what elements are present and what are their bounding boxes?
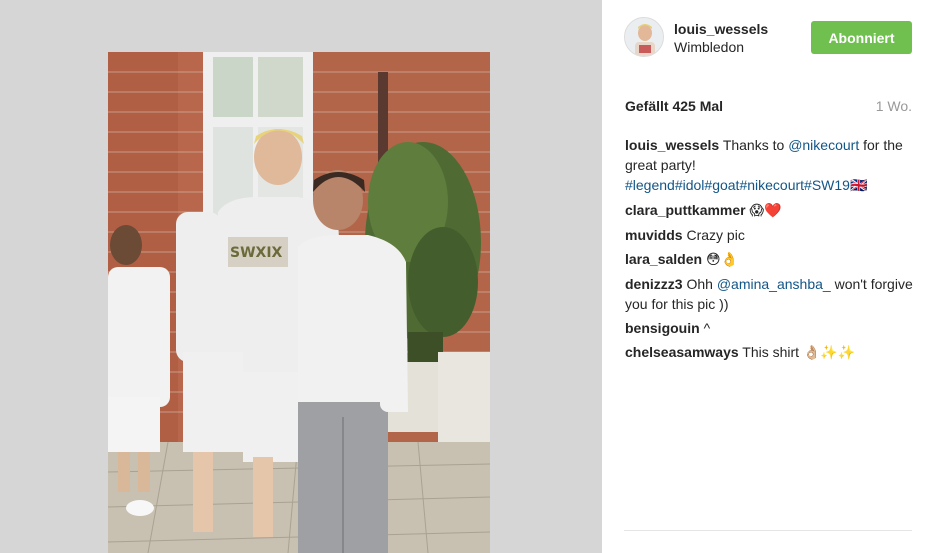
caption-text-1: Thanks to [722, 137, 789, 153]
comment-user[interactable]: lara_salden [625, 251, 702, 267]
comment-user[interactable]: chelseasamways [625, 344, 739, 360]
comment-item: chelseasamways This shirt 👌🏼✨✨ [625, 342, 915, 363]
comments-list: louis_wessels Thanks to @nikecourt for t… [625, 135, 915, 367]
comment-user[interactable]: clara_puttkammer [625, 202, 746, 218]
comment-mention[interactable]: @amina_anshba_ [717, 276, 831, 292]
comment-emoji: 👌🏼✨✨ [802, 345, 856, 361]
caption-hashtags[interactable]: #legend#idol#goat#nikecourt#SW19 [625, 177, 850, 193]
comment-item: clara_puttkammer 😱❤️ [625, 200, 915, 221]
avatar-icon [625, 18, 663, 56]
comment-emoji: 😳👌 [705, 252, 738, 268]
comment-user[interactable]: denizzz3 [625, 276, 683, 292]
svg-text:SWXIX: SWXIX [230, 245, 283, 261]
media-pane: SWXIX [0, 0, 602, 553]
follow-button[interactable]: Abonniert [811, 21, 912, 54]
comment-item: lara_salden 😳👌 [625, 249, 915, 270]
comment-user[interactable]: bensigouin [625, 320, 700, 336]
user-avatar[interactable] [624, 17, 664, 57]
comments-divider [624, 530, 912, 531]
post-header: louis_wessels Wimbledon Abonniert [602, 0, 939, 78]
post-time[interactable]: 1 Wo. [876, 98, 912, 114]
comment-user[interactable]: muvidds [625, 227, 683, 243]
photo-illustration: SWXIX [108, 52, 490, 553]
comment-item: muvidds Crazy pic [625, 225, 915, 245]
caption-user[interactable]: louis_wessels [625, 137, 719, 153]
post-sidebar: louis_wessels Wimbledon Abonniert Gefäll… [602, 0, 939, 553]
comment-item: denizzz3 Ohh @amina_anshba_ won't forgiv… [625, 274, 915, 314]
caption: louis_wessels Thanks to @nikecourt for t… [625, 135, 915, 196]
comment-item: bensigouin ^ [625, 318, 915, 338]
likes-row: Gefällt 425 Mal 1 Wo. [625, 98, 912, 118]
comment-text: ^ [703, 320, 711, 336]
caption-mention[interactable]: @nikecourt [788, 137, 859, 153]
post-username[interactable]: louis_wessels [674, 21, 768, 37]
post-photo[interactable]: SWXIX [108, 52, 490, 553]
post-location[interactable]: Wimbledon [674, 39, 744, 55]
comment-emoji: 😱❤️ [749, 203, 782, 219]
comment-text: This shirt [742, 344, 800, 360]
comment-text: Crazy pic [686, 227, 745, 243]
comment-text-1: Ohh [686, 276, 717, 292]
uk-flag-icon: 🇬🇧 [849, 178, 868, 194]
likes-count[interactable]: Gefällt 425 Mal [625, 98, 723, 114]
